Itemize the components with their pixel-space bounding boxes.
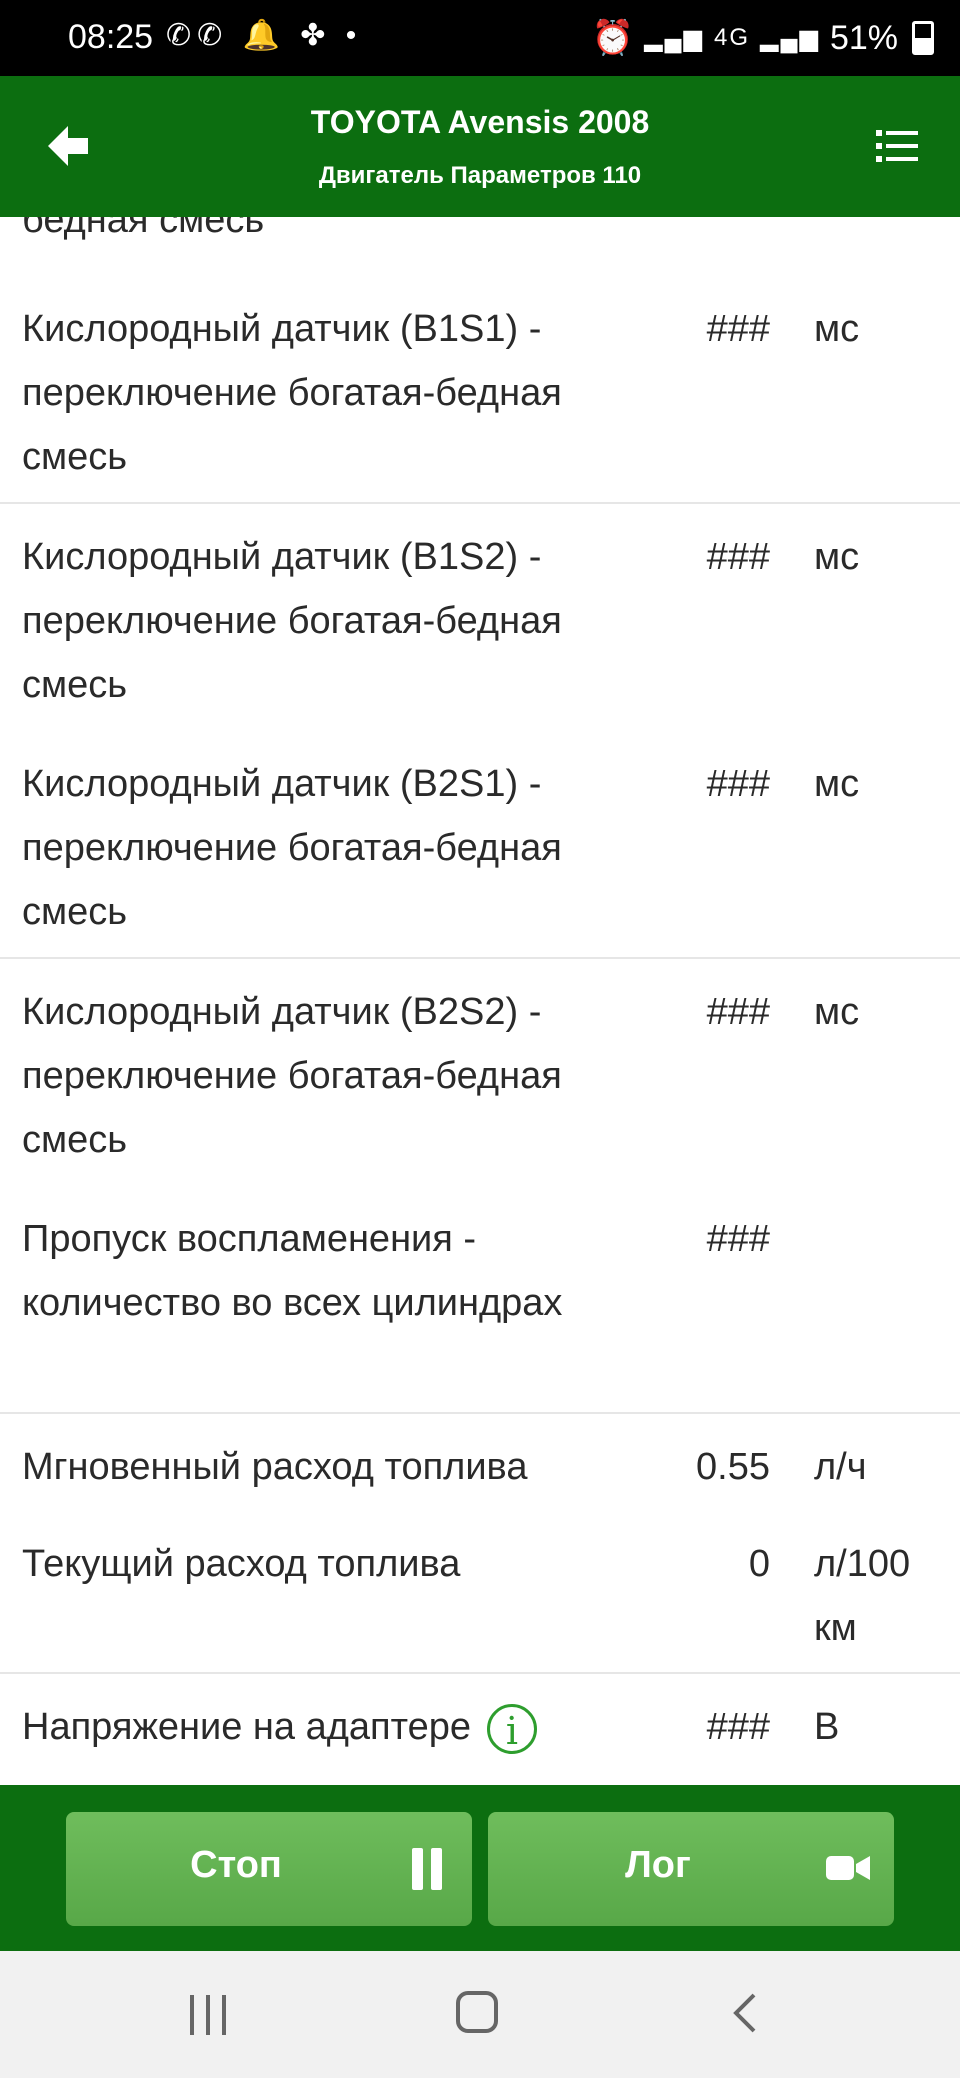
status-time: 08:25	[68, 18, 154, 56]
parameter-unit: л/ч	[814, 1446, 867, 1488]
battery-icon	[912, 21, 934, 55]
parameter-name: Напряжение на адаптере	[22, 1706, 471, 1748]
action-bar: Стоп Лог	[0, 1785, 960, 1951]
divider	[0, 502, 960, 504]
parameter-value: 0.55	[696, 1446, 770, 1488]
parameter-unit: мс	[814, 308, 860, 350]
log-button[interactable]: Лог	[488, 1812, 894, 1926]
signal-icon: ▂▄▆	[644, 24, 704, 52]
stop-button-label: Стоп	[190, 1844, 282, 1886]
status-right: ⏰ ▂▄▆ 4G ▂▄▆ 51%	[592, 18, 934, 58]
page-title: TOYOTA Avensis 2008	[310, 104, 650, 140]
app-toolbar: TOYOTA Avensis 2008 Двигатель Параметров…	[0, 76, 960, 217]
menu-button[interactable]	[876, 124, 920, 168]
signal-icon-2: ▂▄▆	[760, 24, 820, 52]
parameter-value: ###	[706, 763, 770, 805]
parameter-unit: мс	[814, 763, 860, 805]
alarm-icon: ⏰	[591, 19, 635, 57]
back-nav-button[interactable]	[730, 1991, 760, 2035]
video-camera-icon	[826, 1856, 870, 1880]
stop-button[interactable]: Стоп	[66, 1812, 472, 1926]
parameter-name: Кислородный датчик (B1S1) - переключение…	[22, 308, 562, 478]
pause-icon	[410, 1848, 444, 1890]
parameter-value: ###	[706, 991, 770, 1033]
parameter-value: ###	[706, 1218, 770, 1260]
divider	[0, 957, 960, 959]
system-nav-bar	[0, 1951, 960, 2078]
parameter-name: Кислородный датчик (B2S1) - переключение…	[22, 763, 562, 933]
parameter-value: ###	[706, 536, 770, 578]
notification-icons: ✆✆ 🔔 ✤ •	[166, 19, 363, 52]
page-subtitle: Двигатель Параметров 110	[318, 162, 642, 189]
parameter-name-wrap: Напряжение на адаптере i	[22, 1695, 632, 1759]
info-icon[interactable]: i	[486, 1703, 537, 1754]
parameter-name: Кислородный датчик (B1S2) - переключение…	[22, 536, 562, 706]
partial-row-text: бедная смесь	[22, 217, 265, 241]
battery-percent: 51%	[829, 18, 898, 57]
home-button[interactable]	[456, 1991, 498, 2033]
parameter-value: 0	[748, 1543, 770, 1585]
divider	[0, 1412, 960, 1414]
parameter-name: Пропуск воспламенения - количество во вс…	[22, 1218, 563, 1324]
parameter-unit: В	[814, 1706, 840, 1748]
parameter-unit: мс	[814, 536, 860, 578]
parameter-name: Текущий расход топлива	[22, 1543, 461, 1585]
parameter-unit: л/100 км	[814, 1543, 911, 1649]
status-bar: 08:25 ✆✆ 🔔 ✤ • ⏰ ▂▄▆ 4G ▂▄▆ 51%	[0, 0, 960, 76]
log-button-label: Лог	[625, 1844, 691, 1886]
parameter-name: Кислородный датчик (B2S2) - переключение…	[22, 991, 562, 1161]
network-type: 4G	[714, 24, 751, 51]
divider	[0, 1672, 960, 1674]
parameter-value: ###	[706, 1706, 770, 1748]
recent-apps-button[interactable]	[190, 1995, 230, 2035]
parameters-list[interactable]: бедная смесь Кислородный датчик (B1S1) -…	[0, 217, 960, 1785]
parameter-unit: мс	[814, 991, 860, 1033]
parameter-name: Мгновенный расход топлива	[22, 1446, 528, 1488]
parameter-value: ###	[706, 308, 770, 350]
list-icon	[876, 130, 918, 162]
